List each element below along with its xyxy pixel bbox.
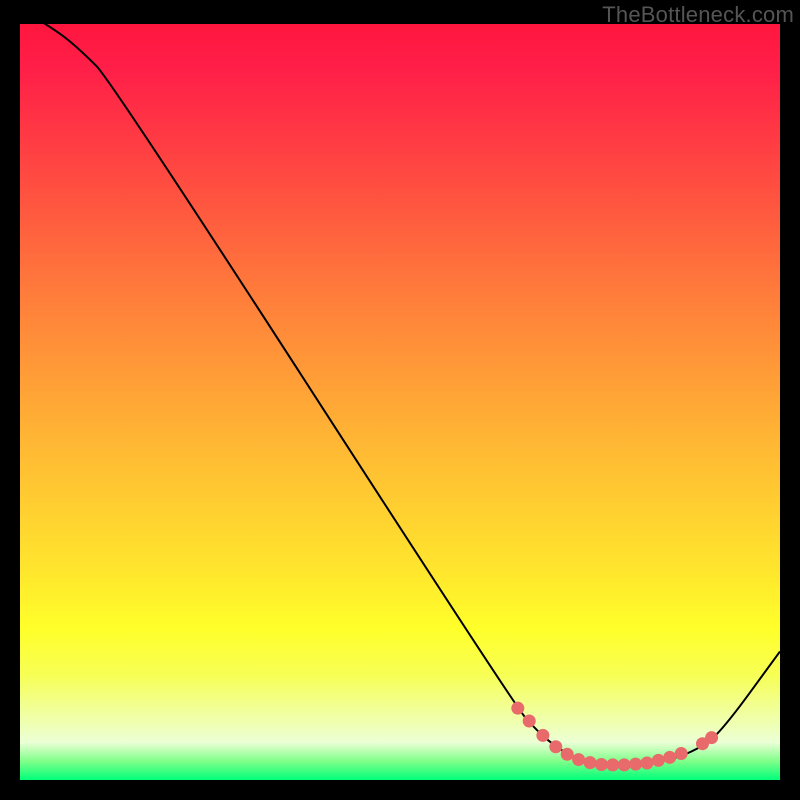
marker-dot <box>572 753 585 766</box>
marker-dot <box>561 748 574 761</box>
marker-dot <box>606 758 619 771</box>
plot-area <box>20 24 780 780</box>
marker-dots <box>511 702 718 772</box>
marker-dot <box>584 756 597 769</box>
marker-dot <box>705 731 718 744</box>
marker-dot <box>675 747 688 760</box>
marker-dot <box>641 756 654 769</box>
bottleneck-curve <box>20 24 780 765</box>
marker-dot <box>595 758 608 771</box>
marker-dot <box>618 758 631 771</box>
marker-dot <box>629 758 642 771</box>
marker-dot <box>523 715 536 728</box>
marker-dot <box>511 702 524 715</box>
marker-dot <box>549 740 562 753</box>
marker-dot <box>536 729 549 742</box>
curve-layer <box>20 24 780 780</box>
marker-dot <box>652 754 665 767</box>
watermark-text: TheBottleneck.com <box>602 2 794 28</box>
chart-frame: TheBottleneck.com <box>0 0 800 800</box>
marker-dot <box>663 751 676 764</box>
